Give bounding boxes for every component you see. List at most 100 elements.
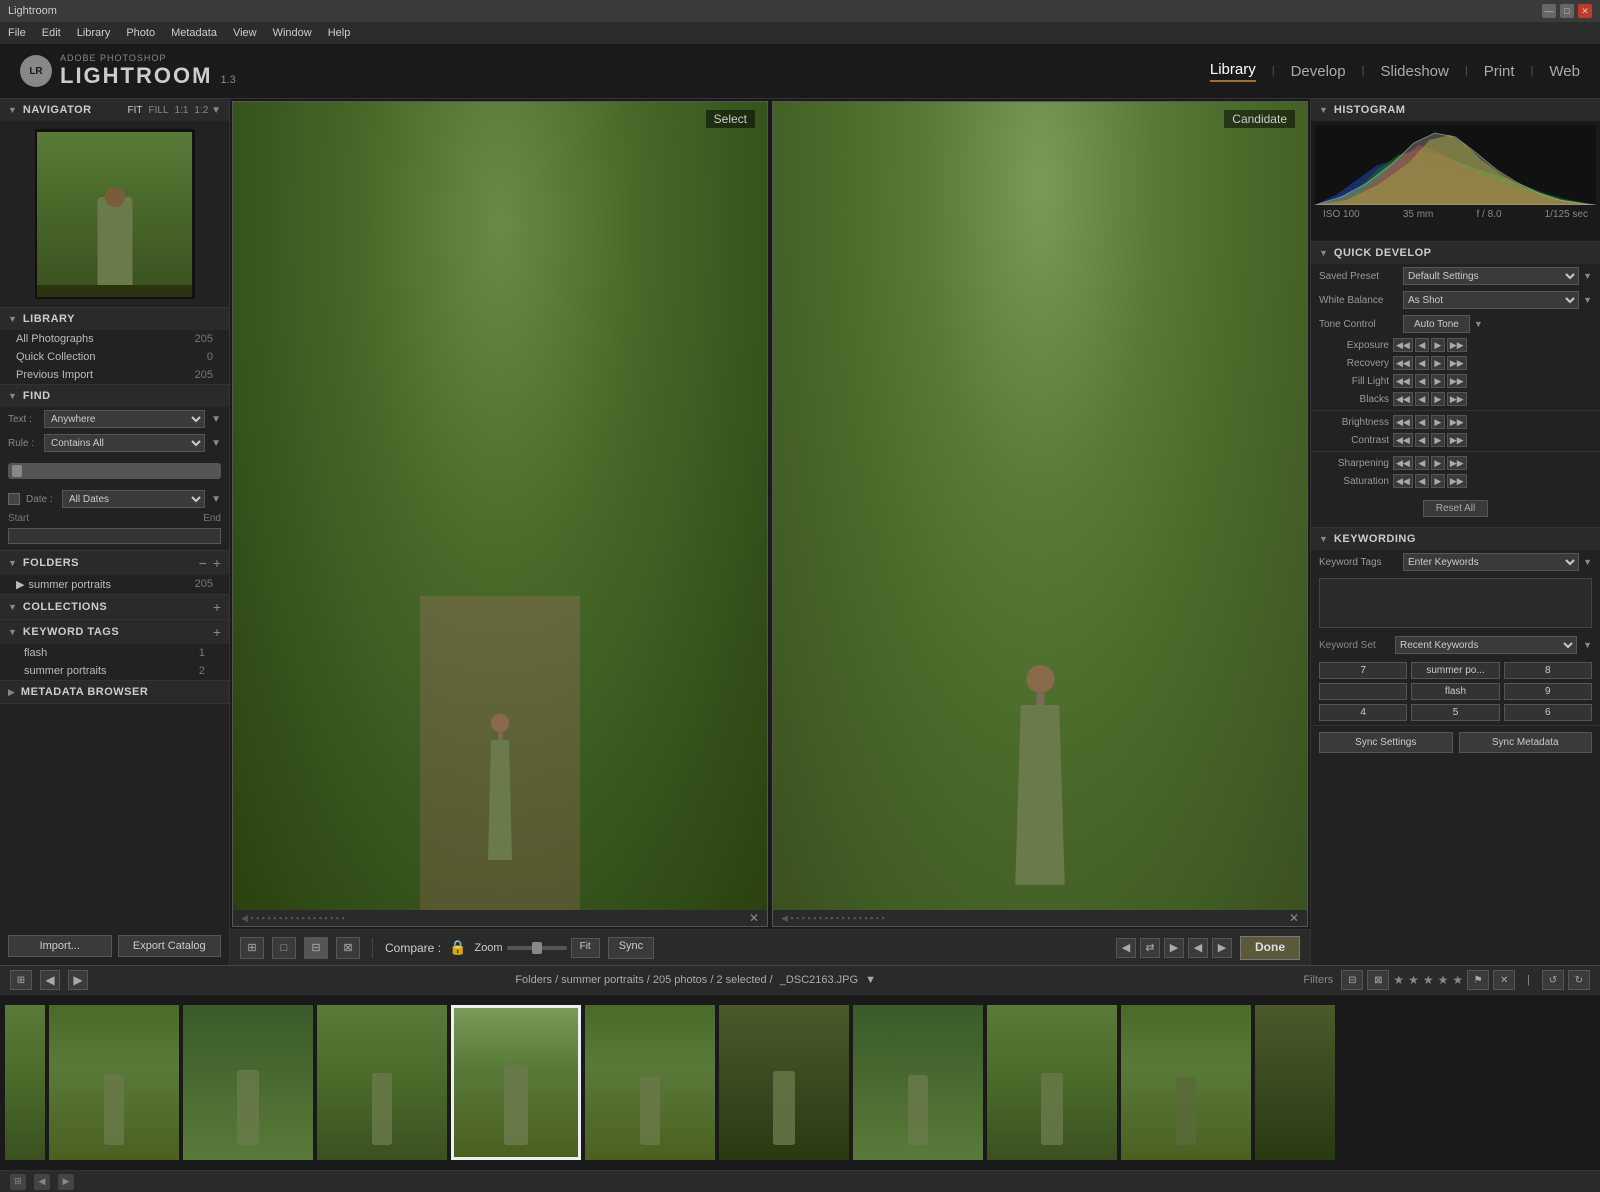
- menu-view[interactable]: View: [233, 27, 257, 39]
- folder-summer-portraits[interactable]: ▶ summer portraits 205: [0, 575, 229, 594]
- maximize-button[interactable]: □: [1560, 4, 1574, 18]
- filmstrip-thumb-3[interactable]: [317, 1005, 447, 1160]
- filmstrip-thumb-10[interactable]: [1255, 1005, 1335, 1160]
- compare-prev-select[interactable]: ◀: [1116, 938, 1136, 958]
- filmstrip-grid-btn[interactable]: ⊞: [10, 970, 32, 990]
- find-text-options[interactable]: ▼: [211, 414, 221, 425]
- grid-view-button[interactable]: ⊞: [240, 937, 264, 959]
- filmstrip-thumb-8[interactable]: [987, 1005, 1117, 1160]
- qd-exp-up1[interactable]: ▶: [1431, 338, 1445, 352]
- status-icon-3[interactable]: ▶: [58, 1174, 74, 1190]
- nav-develop[interactable]: Develop: [1291, 63, 1346, 80]
- filmstrip-reject-btn[interactable]: ✕: [1493, 970, 1515, 990]
- zoom-fill[interactable]: FILL: [149, 105, 169, 116]
- menu-file[interactable]: File: [8, 27, 26, 39]
- library-header[interactable]: ▼ Library: [0, 308, 229, 330]
- find-date-options[interactable]: ▼: [211, 494, 221, 505]
- pane-right-close[interactable]: ✕: [1289, 911, 1299, 925]
- qd-blk-down2[interactable]: ◀◀: [1393, 392, 1413, 406]
- filmstrip-thumb-9[interactable]: [1121, 1005, 1251, 1160]
- histogram-header[interactable]: ▼ Histogram: [1311, 99, 1600, 121]
- keyword-set-select[interactable]: Recent Keywords: [1395, 636, 1577, 654]
- qd-sat-down1[interactable]: ◀: [1415, 474, 1429, 488]
- keyword-tags-header[interactable]: ▼ Keyword Tags +: [0, 620, 229, 644]
- keyword-grid-item-7[interactable]: 5: [1411, 704, 1499, 721]
- qd-reset-button[interactable]: Reset All: [1423, 500, 1488, 517]
- qd-rec-up2[interactable]: ▶▶: [1447, 356, 1467, 370]
- keywording-header[interactable]: ▼ Keywording: [1311, 528, 1600, 550]
- qd-exp-down1[interactable]: ◀: [1415, 338, 1429, 352]
- window-controls[interactable]: — □ ✕: [1542, 4, 1592, 18]
- zoom-slider-thumb[interactable]: [532, 942, 542, 954]
- export-catalog-button[interactable]: Export Catalog: [118, 935, 222, 957]
- qd-bri-up1[interactable]: ▶: [1431, 415, 1445, 429]
- status-icon-2[interactable]: ◀: [34, 1174, 50, 1190]
- keyword-flash[interactable]: flash 1: [0, 644, 229, 662]
- qd-sat-down2[interactable]: ◀◀: [1393, 474, 1413, 488]
- collections-header[interactable]: ▼ Collections +: [0, 595, 229, 619]
- find-date-range[interactable]: [8, 528, 221, 544]
- sync-metadata-button[interactable]: Sync Metadata: [1459, 732, 1593, 753]
- qd-wb-select[interactable]: As Shot: [1403, 291, 1579, 309]
- collections-plus[interactable]: +: [213, 600, 221, 614]
- find-rule-options[interactable]: ▼: [211, 438, 221, 449]
- keyword-tags-plus[interactable]: +: [213, 625, 221, 639]
- filmstrip-view-btn-1[interactable]: ⊟: [1341, 970, 1363, 990]
- compare-swap[interactable]: ⇄: [1140, 938, 1160, 958]
- star-5[interactable]: ★: [1452, 973, 1463, 987]
- keyword-grid-item-6[interactable]: 4: [1319, 704, 1407, 721]
- navigator-header[interactable]: ▼ Navigator FIT FILL 1:1 1:2 ▼: [0, 99, 229, 121]
- qd-fill-down2[interactable]: ◀◀: [1393, 374, 1413, 388]
- filmstrip-prev-btn[interactable]: ◀: [40, 970, 60, 990]
- qd-exp-up2[interactable]: ▶▶: [1447, 338, 1467, 352]
- qd-sha-down2[interactable]: ◀◀: [1393, 456, 1413, 470]
- find-slider[interactable]: [8, 463, 221, 479]
- qd-con-down2[interactable]: ◀◀: [1393, 433, 1413, 447]
- status-icon-1[interactable]: ⊞: [10, 1174, 26, 1190]
- keyword-grid-item-0[interactable]: 7: [1319, 662, 1407, 679]
- menu-edit[interactable]: Edit: [42, 27, 61, 39]
- qd-saved-preset-select[interactable]: Default Settings: [1403, 267, 1579, 285]
- lock-icon[interactable]: 🔒: [449, 939, 466, 956]
- qd-auto-tone[interactable]: Auto Tone: [1403, 315, 1470, 333]
- filmstrip-flag-btn[interactable]: ⚑: [1467, 970, 1489, 990]
- filmstrip-thumb-1[interactable]: [49, 1005, 179, 1160]
- filmstrip-thumb-7[interactable]: [853, 1005, 983, 1160]
- menu-metadata[interactable]: Metadata: [171, 27, 217, 39]
- compare-view-button[interactable]: ⊟: [304, 937, 328, 959]
- find-rule-select[interactable]: Contains All: [44, 434, 205, 452]
- keyword-grid-item-4[interactable]: flash: [1411, 683, 1499, 700]
- pane-left-close[interactable]: ✕: [749, 911, 759, 925]
- keyword-grid-item-8[interactable]: 6: [1504, 704, 1592, 721]
- star-4[interactable]: ★: [1438, 973, 1449, 987]
- star-1[interactable]: ★: [1393, 973, 1404, 987]
- menu-help[interactable]: Help: [328, 27, 351, 39]
- folders-minus[interactable]: −: [199, 556, 207, 570]
- keyword-summer-portraits[interactable]: summer portraits 2: [0, 662, 229, 680]
- qd-con-up1[interactable]: ▶: [1431, 433, 1445, 447]
- qd-blk-up1[interactable]: ▶: [1431, 392, 1445, 406]
- qd-preset-options[interactable]: ▼: [1583, 271, 1592, 281]
- import-button[interactable]: Import...: [8, 935, 112, 957]
- qd-blk-up2[interactable]: ▶▶: [1447, 392, 1467, 406]
- folders-header[interactable]: ▼ Folders − +: [0, 551, 229, 575]
- qd-bri-down2[interactable]: ◀◀: [1393, 415, 1413, 429]
- nav-library[interactable]: Library: [1210, 61, 1256, 82]
- qd-sat-up2[interactable]: ▶▶: [1447, 474, 1467, 488]
- menu-library[interactable]: Library: [77, 27, 111, 39]
- filmstrip-thumb-2[interactable]: [183, 1005, 313, 1160]
- keyword-tags-opts[interactable]: ▼: [1583, 557, 1592, 567]
- qd-wb-options[interactable]: ▼: [1583, 295, 1592, 305]
- qd-blk-down1[interactable]: ◀: [1415, 392, 1429, 406]
- zoom-fit-btn[interactable]: Fit: [571, 938, 600, 958]
- keyword-grid-item-3[interactable]: [1319, 683, 1407, 700]
- sync-settings-button[interactable]: Sync Settings: [1319, 732, 1453, 753]
- keyword-set-opts[interactable]: ▼: [1583, 640, 1592, 650]
- qd-fill-up2[interactable]: ▶▶: [1447, 374, 1467, 388]
- qd-bri-up2[interactable]: ▶▶: [1447, 415, 1467, 429]
- find-date-checkbox[interactable]: [8, 493, 20, 505]
- quick-develop-header[interactable]: ▼ Quick Develop: [1311, 242, 1600, 264]
- qd-fill-up1[interactable]: ▶: [1431, 374, 1445, 388]
- find-text-select[interactable]: Anywhere: [44, 410, 205, 428]
- zoom-fit[interactable]: FIT: [128, 105, 143, 116]
